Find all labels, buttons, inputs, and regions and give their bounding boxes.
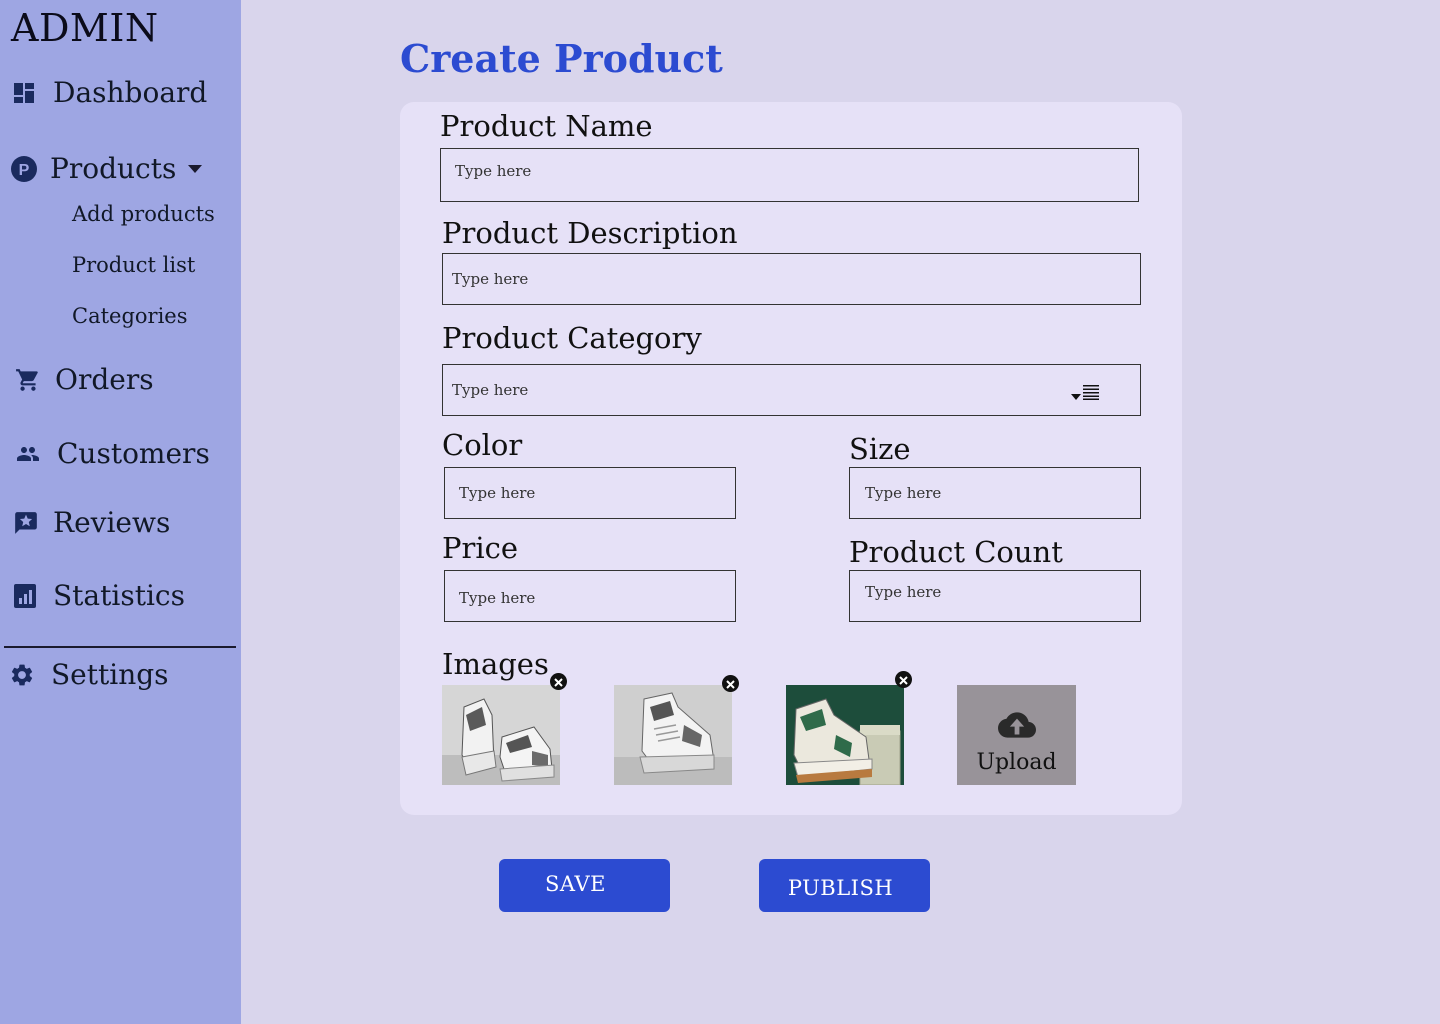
remove-image-button[interactable] [722,675,739,692]
product-count-input[interactable] [849,570,1141,622]
chevron-down-icon [188,164,203,173]
statistics-icon [13,583,37,609]
product-category-label: Product Category [442,321,702,355]
cloud-upload-icon [997,710,1036,744]
sidebar-item-label: Statistics [53,579,185,612]
dashboard-icon [12,81,36,105]
sidebar-item-dashboard[interactable]: Dashboard [12,76,207,109]
sidebar-item-reviews[interactable]: Reviews [13,506,170,539]
product-count-label: Product Count [849,535,1063,569]
sidebar-item-orders[interactable]: Orders [15,363,154,396]
images-label: Images [442,647,549,681]
sidebar-subitem-add-products[interactable]: Add products [72,202,215,226]
save-button[interactable]: SAVE [499,859,670,912]
size-label: Size [849,432,911,466]
price-label: Price [442,531,519,565]
review-star-icon [13,510,39,536]
sidebar-item-statistics[interactable]: Statistics [13,579,185,612]
sidebar-divider [4,646,236,648]
color-input[interactable] [444,467,736,519]
close-icon [726,674,735,693]
sneaker-image-2 [614,685,732,785]
sidebar-subitem-categories[interactable]: Categories [72,304,188,328]
product-description-label: Product Description [442,216,738,250]
products-p-icon: P [10,155,38,183]
sidebar-item-settings[interactable]: Settings [9,658,169,691]
svg-text:P: P [19,162,30,179]
size-input[interactable] [849,467,1141,519]
product-description-input[interactable] [442,253,1141,305]
sidebar-item-label: Orders [55,363,154,396]
list-icon [1083,384,1099,404]
caret-down-icon [1071,385,1081,404]
remove-image-button[interactable] [895,671,912,688]
product-name-input[interactable] [440,148,1139,202]
sneaker-image-3 [786,685,904,785]
category-dropdown-toggle[interactable] [1071,384,1099,404]
page-title: Create Product [400,36,723,81]
sidebar-subitem-product-list[interactable]: Product list [72,253,195,277]
sidebar-item-products[interactable]: P Products [10,152,203,185]
sidebar: ADMIN Dashboard P Products Add products … [0,0,241,1024]
sidebar-item-label: Reviews [53,506,171,539]
publish-button[interactable]: PUBLISH [759,859,930,912]
remove-image-button[interactable] [550,673,567,690]
color-label: Color [442,428,523,462]
sidebar-item-label: Products [50,152,177,185]
sidebar-item-label: Settings [51,658,169,691]
gear-icon [9,662,35,688]
upload-image-button[interactable]: Upload [957,685,1076,785]
price-input[interactable] [444,570,736,622]
product-category-select[interactable] [442,364,1141,416]
product-name-label: Product Name [440,109,653,143]
sidebar-item-label: Dashboard [53,76,208,109]
cart-icon [15,367,41,393]
product-image-thumbnail[interactable] [786,685,904,785]
sidebar-item-customers[interactable]: Customers [14,437,210,470]
sidebar-item-label: Customers [57,437,210,470]
brand-title: ADMIN [11,6,159,50]
close-icon [899,670,908,689]
sneaker-image-1 [442,685,560,785]
people-icon [14,442,42,466]
upload-label: Upload [976,750,1057,775]
close-icon [554,672,563,691]
product-image-thumbnail[interactable] [442,685,560,785]
product-image-thumbnail[interactable] [614,685,732,785]
